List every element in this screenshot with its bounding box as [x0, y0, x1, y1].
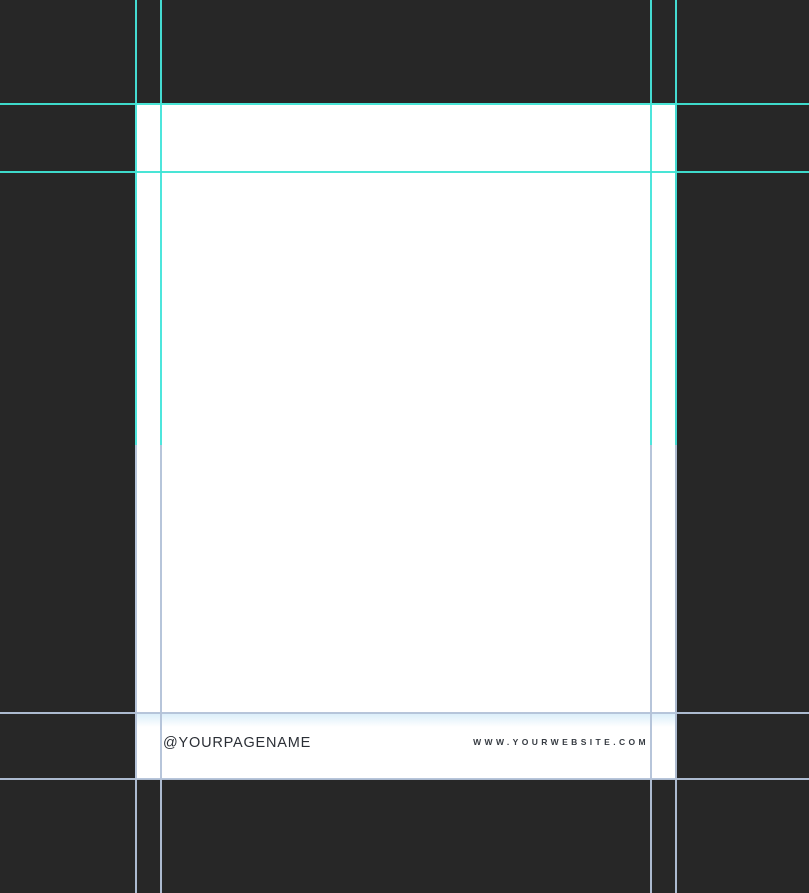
footer-page-name-text[interactable]: @YOURPAGENAME	[163, 735, 311, 751]
guide-vertical-inner-left	[160, 0, 162, 893]
guide-horizontal-top-inner	[0, 171, 809, 173]
guide-vertical-inner-right	[650, 0, 652, 893]
guide-horizontal-bottom-outer	[0, 778, 809, 780]
guide-horizontal-top-outer	[0, 103, 809, 105]
guide-vertical-outer-right	[675, 0, 677, 893]
canvas-page	[135, 103, 675, 779]
footer-website-url-text[interactable]: WWW.YOURWEBSITE.COM	[473, 737, 649, 747]
guide-vertical-outer-left	[135, 0, 137, 893]
pasteboard: @YOURPAGENAME WWW.YOURWEBSITE.COM	[0, 0, 809, 893]
guide-horizontal-bottom-inner	[0, 712, 809, 714]
